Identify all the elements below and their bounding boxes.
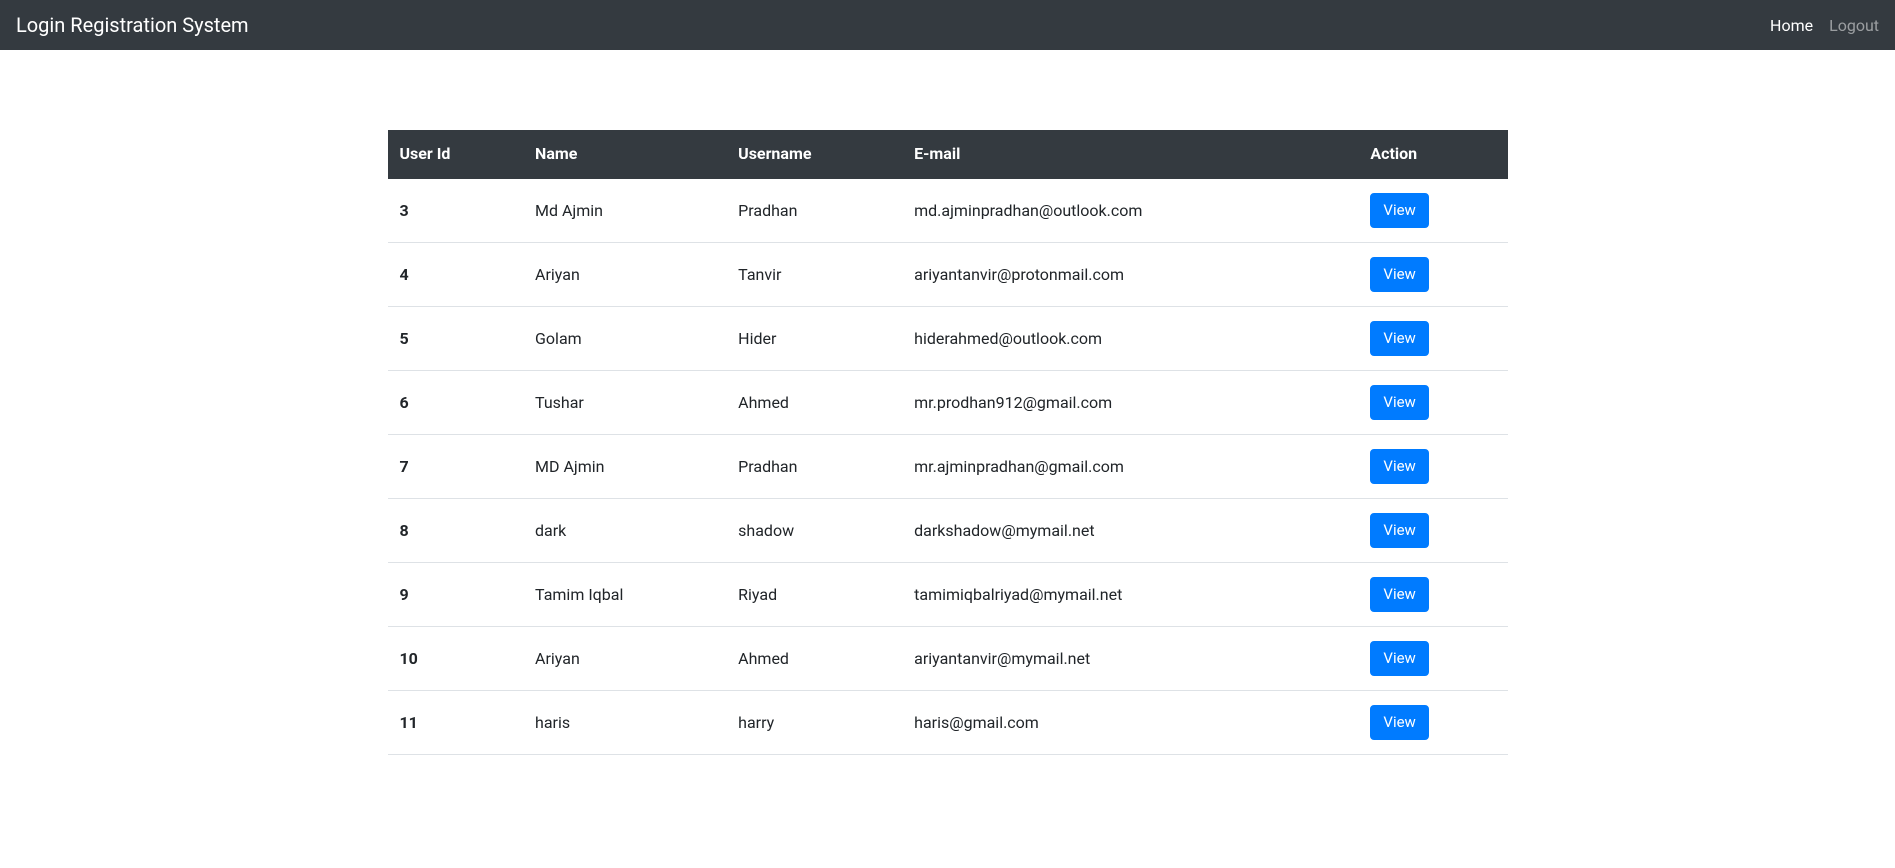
cell-user-id: 7 bbox=[388, 435, 524, 499]
navbar: Login Registration System Home Logout bbox=[0, 0, 1895, 50]
view-button[interactable]: View bbox=[1370, 257, 1428, 292]
table-row: 3Md AjminPradhanmd.ajminpradhan@outlook.… bbox=[388, 178, 1508, 243]
view-button[interactable]: View bbox=[1370, 449, 1428, 484]
cell-username: Ahmed bbox=[726, 627, 902, 691]
cell-user-id: 5 bbox=[388, 307, 524, 371]
cell-user-id: 6 bbox=[388, 371, 524, 435]
navbar-nav: Home Logout bbox=[1770, 16, 1879, 35]
nav-link-logout[interactable]: Logout bbox=[1829, 16, 1879, 35]
cell-action: View bbox=[1358, 499, 1507, 563]
cell-user-id: 11 bbox=[388, 691, 524, 755]
cell-name: Md Ajmin bbox=[523, 178, 726, 243]
view-button[interactable]: View bbox=[1370, 577, 1428, 612]
cell-email: md.ajminpradhan@outlook.com bbox=[902, 178, 1358, 243]
cell-email: hiderahmed@outlook.com bbox=[902, 307, 1358, 371]
cell-email: darkshadow@mymail.net bbox=[902, 499, 1358, 563]
cell-username: harry bbox=[726, 691, 902, 755]
cell-username: Riyad bbox=[726, 563, 902, 627]
cell-name: haris bbox=[523, 691, 726, 755]
cell-user-id: 4 bbox=[388, 243, 524, 307]
cell-email: mr.prodhan912@gmail.com bbox=[902, 371, 1358, 435]
cell-name: Ariyan bbox=[523, 243, 726, 307]
cell-name: Tamim Iqbal bbox=[523, 563, 726, 627]
cell-action: View bbox=[1358, 371, 1507, 435]
col-header-name: Name bbox=[523, 130, 726, 178]
cell-username: Pradhan bbox=[726, 435, 902, 499]
cell-email: ariyantanvir@protonmail.com bbox=[902, 243, 1358, 307]
cell-name: dark bbox=[523, 499, 726, 563]
table-row: 8darkshadowdarkshadow@mymail.net View bbox=[388, 499, 1508, 563]
cell-name: Ariyan bbox=[523, 627, 726, 691]
cell-email: ariyantanvir@mymail.net bbox=[902, 627, 1358, 691]
view-button[interactable]: View bbox=[1370, 385, 1428, 420]
cell-user-id: 8 bbox=[388, 499, 524, 563]
cell-user-id: 9 bbox=[388, 563, 524, 627]
table-row: 10AriyanAhmedariyantanvir@mymail.net View bbox=[388, 627, 1508, 691]
table-row: 6TusharAhmedmr.prodhan912@gmail.com View bbox=[388, 371, 1508, 435]
cell-email: tamimiqbalriyad@mymail.net bbox=[902, 563, 1358, 627]
cell-action: View bbox=[1358, 178, 1507, 243]
table-row: 7MD AjminPradhanmr.ajminpradhan@gmail.co… bbox=[388, 435, 1508, 499]
col-header-action: Action bbox=[1358, 130, 1507, 178]
cell-username: Hider bbox=[726, 307, 902, 371]
col-header-email: E-mail bbox=[902, 130, 1358, 178]
col-header-user-id: User Id bbox=[388, 130, 524, 178]
cell-user-id: 10 bbox=[388, 627, 524, 691]
table-row: 11harisharryharis@gmail.com View bbox=[388, 691, 1508, 755]
view-button[interactable]: View bbox=[1370, 641, 1428, 676]
table-row: 4AriyanTanvirariyantanvir@protonmail.com… bbox=[388, 243, 1508, 307]
cell-email: haris@gmail.com bbox=[902, 691, 1358, 755]
cell-name: Golam bbox=[523, 307, 726, 371]
cell-action: View bbox=[1358, 627, 1507, 691]
view-button[interactable]: View bbox=[1370, 193, 1428, 228]
users-table: User Id Name Username E-mail Action 3Md … bbox=[388, 130, 1508, 755]
cell-action: View bbox=[1358, 435, 1507, 499]
cell-action: View bbox=[1358, 243, 1507, 307]
table-row: 5GolamHiderhiderahmed@outlook.com View bbox=[388, 307, 1508, 371]
cell-user-id: 3 bbox=[388, 178, 524, 243]
cell-username: Ahmed bbox=[726, 371, 902, 435]
view-button[interactable]: View bbox=[1370, 705, 1428, 740]
cell-name: Tushar bbox=[523, 371, 726, 435]
cell-name: MD Ajmin bbox=[523, 435, 726, 499]
cell-action: View bbox=[1358, 691, 1507, 755]
view-button[interactable]: View bbox=[1370, 321, 1428, 356]
table-row: 9Tamim IqbalRiyadtamimiqbalriyad@mymail.… bbox=[388, 563, 1508, 627]
cell-username: Tanvir bbox=[726, 243, 902, 307]
view-button[interactable]: View bbox=[1370, 513, 1428, 548]
nav-link-home[interactable]: Home bbox=[1770, 16, 1813, 35]
cell-action: View bbox=[1358, 563, 1507, 627]
cell-email: mr.ajminpradhan@gmail.com bbox=[902, 435, 1358, 499]
col-header-username: Username bbox=[726, 130, 902, 178]
cell-username: shadow bbox=[726, 499, 902, 563]
cell-action: View bbox=[1358, 307, 1507, 371]
cell-username: Pradhan bbox=[726, 178, 902, 243]
navbar-brand[interactable]: Login Registration System bbox=[16, 9, 249, 41]
